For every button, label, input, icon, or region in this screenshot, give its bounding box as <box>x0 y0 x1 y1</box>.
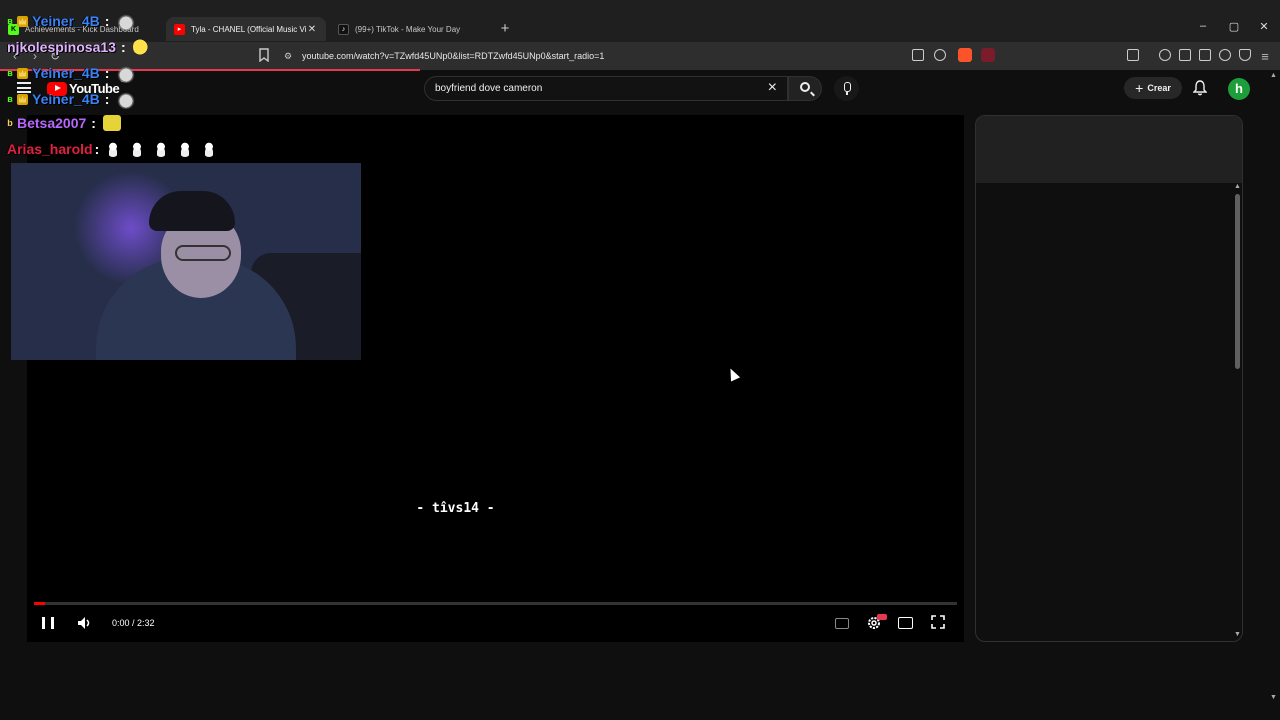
chat-username: Yeiner_4B <box>32 65 100 81</box>
chat-separator: : <box>104 13 110 29</box>
mouse-emote-icon <box>116 63 137 83</box>
tab-tiktok[interactable]: ♪ (99+) TikTok - Make Your Day <box>330 17 490 41</box>
chat-message: ʙ Yeiner_4B : <box>5 11 137 31</box>
playlist-sidebar: ▲ ▼ <box>975 115 1243 642</box>
youtube-favicon-icon: ▸ <box>174 23 185 35</box>
chat-separator: : <box>104 65 110 81</box>
chat-separator: : <box>120 39 126 55</box>
brave-rewards-icon[interactable] <box>981 48 995 62</box>
wallet-icon[interactable] <box>1199 49 1211 61</box>
maximize-button[interactable]: ▢ <box>1226 20 1242 33</box>
sidebar-icon[interactable] <box>1179 49 1191 61</box>
duck-emote-icon <box>178 141 193 157</box>
chat-separator: : <box>104 91 110 107</box>
pause-button[interactable] <box>42 617 54 629</box>
chat-message: ʙ Yeiner_4B : <box>5 89 137 109</box>
sponge-emote-icon <box>102 115 121 131</box>
cast-icon[interactable] <box>912 49 924 61</box>
close-window-button[interactable]: ✕ <box>1256 20 1272 33</box>
theater-mode-icon[interactable] <box>898 617 913 629</box>
voice-search-button[interactable] <box>834 76 859 101</box>
menu-icon[interactable]: ≡ <box>1258 49 1272 64</box>
tab-title: (99+) TikTok - Make Your Day <box>355 24 461 34</box>
scroll-down-icon[interactable]: ▼ <box>1234 631 1241 638</box>
create-button[interactable]: + Crear <box>1124 77 1182 99</box>
chat-message: Arias_harold : <box>7 141 217 157</box>
moon-emote-icon <box>132 37 153 57</box>
chat-message: b Betsa2007 : <box>5 115 121 131</box>
cam-person-glasses <box>175 245 231 261</box>
create-label: Crear <box>1147 83 1171 93</box>
scroll-up-icon[interactable]: ▲ <box>1234 183 1241 190</box>
clear-search-icon[interactable]: × <box>768 79 777 97</box>
tab-title: Tyla - CHANEL (Official Music Video) <box>191 24 306 34</box>
volume-icon[interactable] <box>76 615 92 631</box>
search-input[interactable]: boyfriend dove cameron × <box>424 76 788 101</box>
subtitles-icon[interactable] <box>835 618 849 629</box>
chat-username: Yeiner_4B <box>32 13 100 29</box>
kick-badge-icon: ʙ <box>7 16 13 26</box>
notifications-bell-icon[interactable] <box>1193 80 1207 96</box>
chat-username: njkolespinosa13 <box>7 39 116 55</box>
page-scroll-down-icon[interactable]: ▼ <box>1270 694 1277 701</box>
avatar[interactable]: h <box>1228 78 1250 100</box>
vpn-icon[interactable] <box>1239 49 1251 61</box>
plus-icon: + <box>1135 80 1144 96</box>
kick-badge-icon: ʙ <box>7 94 13 104</box>
mouse-emote-icon <box>116 89 137 109</box>
site-info-icon[interactable]: ⚙ <box>280 51 296 62</box>
crown-badge-icon <box>17 15 28 27</box>
duck-emote-icon <box>202 141 217 157</box>
url-text: youtube.com/watch?v=TZwfd45UNp0&list=RDT… <box>302 51 605 61</box>
duck-emote-icon <box>154 141 169 157</box>
progress-bar[interactable] <box>34 602 957 605</box>
tiktok-icon: ♪ <box>338 23 349 35</box>
media-icon[interactable] <box>1159 49 1171 61</box>
video-watermark: - tîvs14 - <box>416 501 495 516</box>
cam-person-hat <box>149 191 235 231</box>
progress-played <box>34 602 46 605</box>
extensions-icon[interactable] <box>1127 49 1139 61</box>
sidebar-scrollbar[interactable] <box>1235 194 1240 369</box>
share-icon[interactable] <box>934 49 946 61</box>
search-icon <box>800 82 810 92</box>
chat-username: Arias_harold <box>7 141 93 157</box>
chat-username: Yeiner_4B <box>32 91 100 107</box>
fullscreen-icon[interactable] <box>931 615 945 629</box>
leo-ai-icon[interactable] <box>1219 49 1231 61</box>
duck-emote-icon <box>130 141 145 157</box>
webcam-overlay <box>11 163 361 360</box>
bookmark-icon[interactable] <box>258 48 270 62</box>
page-scroll-up-icon[interactable]: ▲ <box>1270 72 1277 79</box>
search-query: boyfriend dove cameron <box>435 83 543 94</box>
minimize-button[interactable]: – <box>1195 20 1211 32</box>
crown-badge-icon <box>17 67 28 79</box>
brave-shield-icon[interactable] <box>958 48 972 62</box>
chat-username: Betsa2007 <box>17 115 87 131</box>
chat-message: ʙ Yeiner_4B : <box>5 63 137 83</box>
chat-message: njkolespinosa13 : <box>7 37 153 57</box>
hd-badge <box>877 614 887 620</box>
chat-separator: : <box>94 141 100 157</box>
gift-badge-icon: b <box>7 118 13 128</box>
address-bar[interactable]: ⚙ youtube.com/watch?v=TZwfd45UNp0&list=R… <box>280 46 1000 66</box>
chat-separator: : <box>91 115 96 131</box>
close-tab-icon[interactable]: ✕ <box>306 24 318 35</box>
tab-youtube-chanel[interactable]: ▸ Tyla - CHANEL (Official Music Video) ✕ <box>166 17 326 41</box>
search-button[interactable] <box>788 76 822 101</box>
kick-badge-icon: ʙ <box>7 68 13 78</box>
duck-emote-icon <box>106 141 121 157</box>
crown-badge-icon <box>17 93 28 105</box>
playlist-header <box>976 116 1242 183</box>
mouse-emote-icon <box>116 11 137 31</box>
new-tab-button[interactable]: + <box>498 20 512 37</box>
time-display: 0:00 / 2:32 <box>112 618 155 628</box>
